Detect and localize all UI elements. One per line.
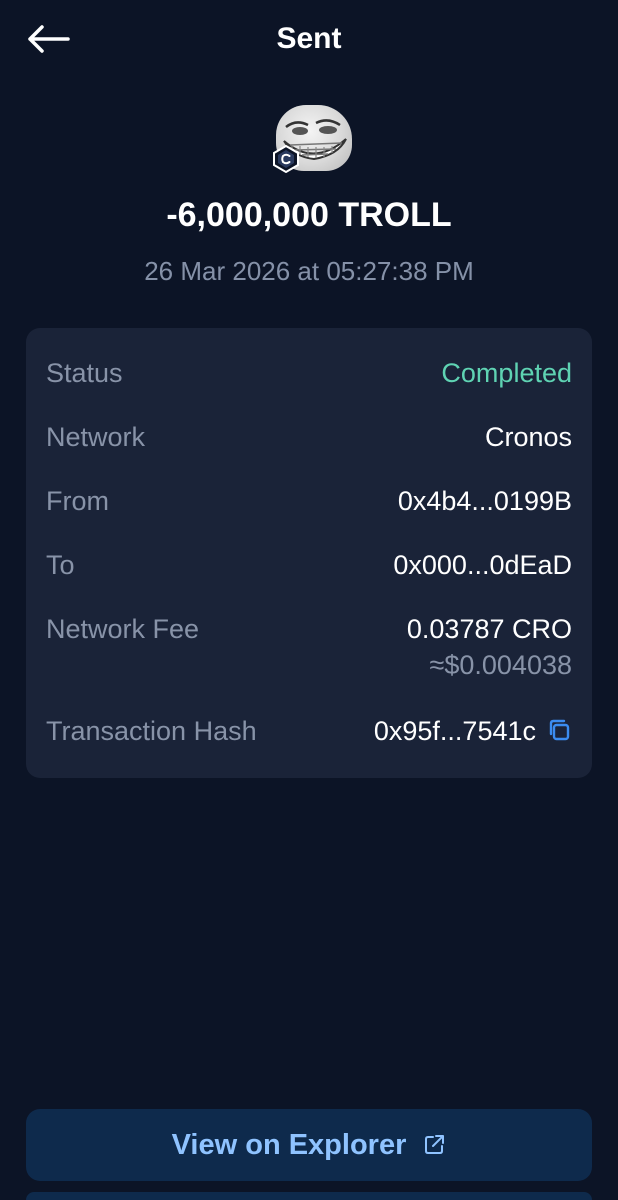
copy-icon[interactable] (546, 717, 572, 743)
top-bar: Sent (0, 0, 618, 80)
view-on-explorer-button[interactable]: View on Explorer (26, 1109, 592, 1181)
transaction-datetime: 26 Mar 2026 at 05:27:38 PM (144, 256, 474, 286)
from-address[interactable]: 0x4b4...0199B (398, 486, 572, 517)
view-on-explorer-label: View on Explorer (171, 1128, 407, 1161)
cronos-chain-icon (272, 144, 300, 174)
to-label: To (46, 550, 75, 580)
to-address[interactable]: 0x000...0dEaD (393, 550, 572, 581)
status-label: Status (46, 358, 123, 388)
network-value: Cronos (484, 422, 572, 452)
transaction-hash-value-wrap: 0x95f...7541c (374, 716, 572, 747)
transaction-amount: -6,000,000 TROLL (166, 196, 452, 234)
token-avatar (270, 103, 356, 175)
network-fee-value: 0.03787 CRO (406, 614, 572, 644)
external-link-icon (425, 1135, 445, 1154)
transaction-hash-label: Transaction Hash (46, 716, 257, 746)
page-title: Sent (276, 22, 342, 55)
network-label: Network (46, 422, 146, 452)
transaction-hash-value[interactable]: 0x95f...7541c (374, 716, 536, 746)
next-button-edge (26, 1192, 592, 1200)
status-badge: Completed (441, 358, 572, 388)
network-fee-label: Network Fee (46, 614, 200, 644)
network-fee-usd: ≈$0.004038 (429, 650, 572, 680)
transaction-details-card: Status Completed Network Cronos From 0x4… (26, 328, 592, 778)
from-label: From (46, 486, 109, 516)
